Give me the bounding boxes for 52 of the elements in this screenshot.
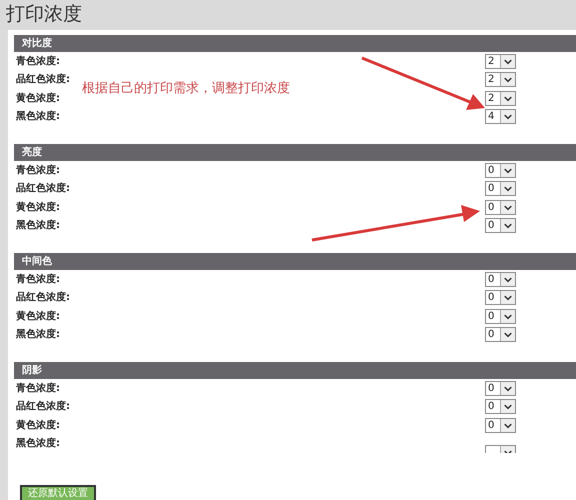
dropdown[interactable]: 0 (485, 380, 516, 396)
dropdown[interactable] (485, 445, 516, 453)
dropdown[interactable]: 2 (485, 54, 516, 69)
field-label: 黑色浓度: (16, 436, 60, 452)
dropdown[interactable]: 0 (485, 218, 516, 234)
dropdown[interactable]: 0 (485, 200, 516, 215)
field-label: 品红色浓度: (16, 181, 70, 196)
caret-icon (500, 219, 515, 232)
caret-icon (500, 164, 515, 177)
caret-icon (500, 382, 515, 395)
dropdown[interactable]: 0 (485, 162, 516, 178)
caret-icon (500, 92, 515, 105)
field-label: 青色浓度: (16, 272, 60, 287)
field-label: 黑色浓度: (16, 327, 60, 342)
dropdown[interactable]: 2 (485, 90, 516, 106)
section-header: 对比度 (14, 35, 576, 52)
caret-icon (500, 418, 515, 432)
field-label: 黑色浓度: (16, 218, 60, 234)
dropdown[interactable]: 0 (485, 308, 516, 324)
field-label: 品红色浓度: (16, 399, 70, 414)
caret-icon (500, 310, 515, 323)
caret-icon (500, 328, 515, 342)
caret-icon (500, 73, 515, 86)
caret-icon (500, 291, 515, 304)
dropdown[interactable]: 0 (485, 272, 516, 287)
dropdown[interactable]: 4 (485, 109, 516, 124)
section-header: 亮度 (14, 144, 576, 161)
field-label: 黄色浓度: (16, 309, 60, 324)
annotation-text: 根据自己的打印需求，调整打印浓度 (82, 80, 290, 98)
dropdown[interactable]: 0 (485, 418, 516, 433)
field-label: 黑色浓度: (16, 109, 60, 124)
caret-icon (500, 400, 515, 414)
field-label: 品红色浓度: (16, 290, 70, 306)
field-label: 黄色浓度: (16, 200, 60, 215)
field-label: 青色浓度: (16, 163, 60, 178)
field-label: 品红色浓度: (16, 72, 70, 88)
section-header: 阴影 (14, 362, 576, 379)
field-label: 黄色浓度: (16, 418, 60, 433)
section-header: 中间色 (14, 253, 576, 270)
caret-icon (500, 272, 515, 286)
field-label: 青色浓度: (16, 381, 60, 396)
caret-icon (500, 110, 515, 124)
dropdown[interactable]: 0 (485, 399, 516, 414)
caret-icon (500, 182, 515, 196)
field-label: 青色浓度: (16, 54, 60, 69)
dropdown[interactable]: 0 (485, 181, 516, 196)
caret-icon (500, 200, 515, 214)
field-label: 黄色浓度: (16, 91, 60, 106)
caret-icon (500, 54, 515, 68)
dropdown[interactable]: 0 (485, 290, 516, 306)
dropdown[interactable]: 2 (485, 72, 516, 88)
dropdown[interactable]: 0 (485, 327, 516, 342)
